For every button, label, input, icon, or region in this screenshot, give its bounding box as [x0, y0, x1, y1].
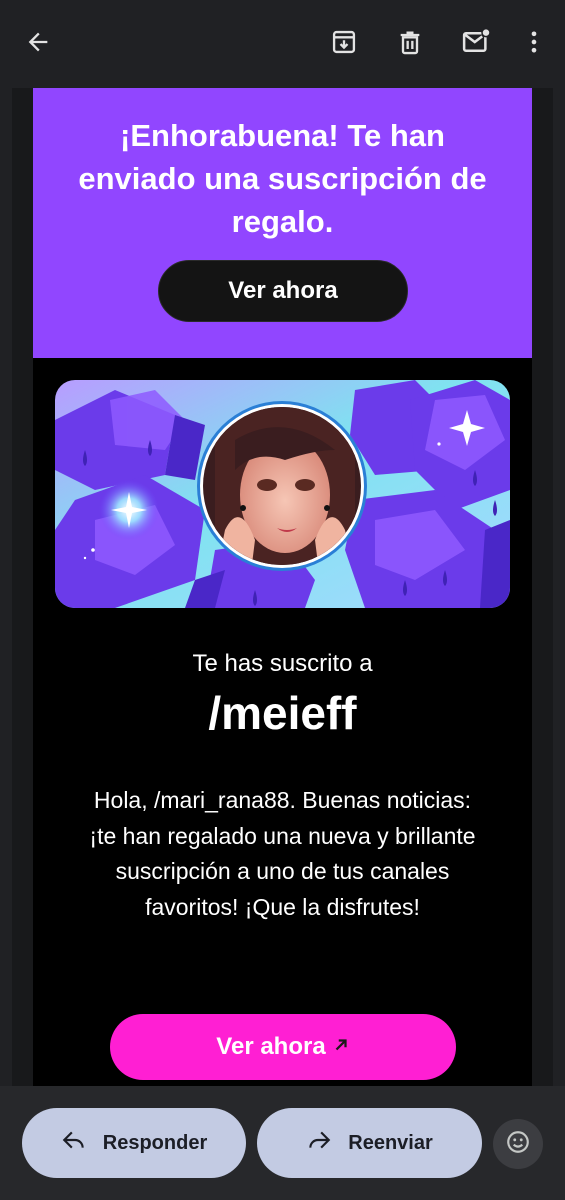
headline: ¡Enhorabuena! Te han enviado una suscrip… — [78, 118, 487, 239]
channel-name: /meieff — [208, 687, 357, 739]
reply-button[interactable]: Responder — [22, 1108, 246, 1178]
mark-unread-icon[interactable] — [456, 22, 496, 62]
view-now-link-label: Ver ahora — [216, 1033, 326, 1060]
back-arrow-icon[interactable] — [18, 22, 58, 62]
email-viewer: ¡Enhorabuena! Te han enviado una suscrip… — [12, 88, 553, 1086]
forward-button[interactable]: Reenviar — [257, 1108, 482, 1178]
bottom-action-bar: Responder Reenviar — [0, 1086, 565, 1200]
message-text: Hola, /mari_rana88. Buenas noticias: ¡te… — [89, 787, 476, 920]
email-body: ¡Enhorabuena! Te han enviado una suscrip… — [33, 88, 532, 1086]
trash-icon[interactable] — [390, 22, 430, 62]
reply-label: Responder — [102, 1131, 208, 1154]
more-vert-icon[interactable] — [514, 22, 554, 62]
reply-icon — [61, 1127, 87, 1159]
channel-banner-image — [55, 380, 510, 608]
forward-label: Reenviar — [348, 1131, 433, 1154]
view-now-link-button[interactable]: Ver ahora — [110, 1014, 456, 1080]
top-app-bar — [0, 0, 565, 88]
arrow-up-right-icon — [332, 1033, 350, 1061]
header-banner: ¡Enhorabuena! Te han enviado una suscrip… — [33, 88, 532, 358]
view-now-button[interactable]: Ver ahora — [158, 260, 408, 322]
forward-icon — [306, 1127, 332, 1159]
emoji-reaction-button[interactable] — [493, 1119, 543, 1169]
smiley-icon — [505, 1129, 531, 1160]
archive-icon[interactable] — [324, 22, 364, 62]
subscribed-to-label: Te has suscrito a — [192, 650, 373, 677]
